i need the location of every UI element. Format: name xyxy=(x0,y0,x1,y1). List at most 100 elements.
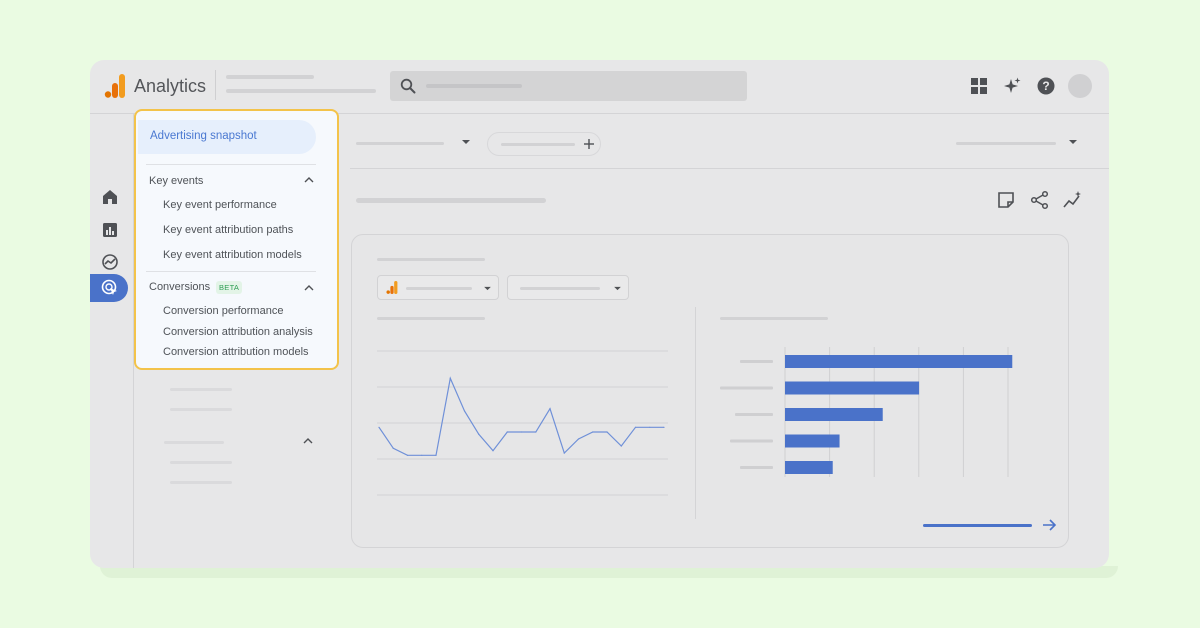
app-title: Analytics xyxy=(134,76,207,96)
home-icon[interactable] xyxy=(101,188,119,206)
nav-item-key-event-attribution-paths[interactable]: Key event attribution paths xyxy=(163,224,293,236)
nav-placeholder-3[interactable] xyxy=(164,441,224,444)
chart-divider xyxy=(695,307,696,519)
menu-divider xyxy=(146,164,316,165)
line-chart-point xyxy=(463,410,466,412)
line-chart-point xyxy=(592,431,594,433)
search-icon xyxy=(400,78,416,94)
chip-placeholder xyxy=(501,143,575,146)
explore-icon[interactable] xyxy=(101,253,119,271)
section-conversions[interactable]: Conversions xyxy=(149,281,210,293)
header-divider xyxy=(215,70,216,100)
nav-item-conversion-performance[interactable]: Conversion performance xyxy=(163,305,283,317)
reports-icon[interactable] xyxy=(101,221,119,239)
analytics-logo-icon xyxy=(104,74,125,98)
line-chart-point xyxy=(663,426,665,428)
line-chart xyxy=(377,350,668,496)
line-chart-title-placeholder xyxy=(377,317,485,320)
bar-chart-bar xyxy=(785,434,840,448)
nav-placeholder-4[interactable] xyxy=(170,461,232,464)
advertising-icon[interactable] xyxy=(101,279,119,297)
rail-active-indicator[interactable] xyxy=(90,274,128,302)
plus-icon xyxy=(584,139,594,149)
comparison-placeholder[interactable] xyxy=(356,142,444,145)
chevron-up-icon[interactable] xyxy=(303,284,315,292)
line-chart-point xyxy=(634,426,637,428)
bar-chart-bar xyxy=(785,381,920,395)
account-name-placeholder[interactable] xyxy=(226,75,314,79)
bar-chart-title-placeholder xyxy=(720,317,828,320)
line-chart-point xyxy=(620,445,622,447)
date-range-placeholder[interactable] xyxy=(956,142,1056,145)
dimension-selector[interactable] xyxy=(507,275,629,300)
chevron-up-icon[interactable] xyxy=(302,437,314,445)
search-bar[interactable] xyxy=(390,71,747,101)
metric-selector[interactable] xyxy=(377,275,499,300)
bar-chart-bar xyxy=(785,355,1013,368)
apps-grid-icon[interactable] xyxy=(970,77,988,95)
line-chart-point xyxy=(406,454,409,456)
notes-icon[interactable] xyxy=(996,190,1016,210)
left-nav-rail xyxy=(90,114,134,568)
line-chart-point xyxy=(563,452,565,454)
caret-down-icon[interactable] xyxy=(1068,139,1078,145)
section-key-events[interactable]: Key events xyxy=(149,175,203,187)
metric-placeholder xyxy=(406,287,472,290)
line-chart-point xyxy=(392,447,394,449)
search-placeholder xyxy=(426,84,522,88)
menu-divider xyxy=(146,271,316,272)
bar-chart-category-label xyxy=(740,466,773,469)
line-chart-point xyxy=(449,377,451,379)
filter-divider xyxy=(350,168,1109,169)
line-chart-point xyxy=(535,431,537,433)
nav-placeholder-5[interactable] xyxy=(170,481,232,484)
line-chart-point xyxy=(606,431,608,433)
dimension-placeholder xyxy=(520,287,600,290)
advertising-nav-menu: Advertising snapshot Key events Key even… xyxy=(134,109,339,370)
bar-chart xyxy=(720,347,1013,477)
property-name-placeholder[interactable] xyxy=(226,89,376,93)
view-report-link[interactable] xyxy=(923,524,1032,527)
beta-badge: BETA xyxy=(216,281,243,294)
line-chart-point xyxy=(506,431,508,433)
caret-down-icon xyxy=(614,286,621,291)
share-icon[interactable] xyxy=(1030,190,1050,210)
page-title-placeholder xyxy=(356,198,546,203)
nav-item-key-event-attribution-models[interactable]: Key event attribution models xyxy=(163,249,302,261)
analytics-logo-icon xyxy=(386,281,398,294)
bar-chart-bar xyxy=(785,461,833,474)
add-comparison-chip[interactable] xyxy=(487,132,601,156)
line-chart-point xyxy=(577,438,580,440)
bar-chart-bar xyxy=(785,408,883,421)
nav-item-key-event-performance[interactable]: Key event performance xyxy=(163,199,277,211)
bar-chart-category-label xyxy=(720,386,773,390)
bar-chart-category-label xyxy=(740,360,773,363)
line-chart-point xyxy=(421,454,423,456)
line-chart-point xyxy=(378,426,380,428)
line-chart-point xyxy=(492,450,494,452)
help-icon[interactable]: ? xyxy=(1037,77,1055,95)
advertising-snapshot-card xyxy=(351,234,1069,548)
nav-item-advertising-snapshot-label: Advertising snapshot xyxy=(150,130,257,142)
nav-placeholder-2[interactable] xyxy=(170,408,232,411)
nav-item-conversion-attribution-analysis[interactable]: Conversion attribution analysis xyxy=(163,326,313,338)
line-chart-point xyxy=(435,454,437,456)
line-chart-series xyxy=(378,376,664,456)
insights-icon[interactable] xyxy=(1063,190,1083,210)
top-bar: Analytics ? xyxy=(90,60,1109,114)
sparkle-icon[interactable] xyxy=(1003,77,1021,95)
nav-item-conversion-attribution-models[interactable]: Conversion attribution models xyxy=(163,346,309,358)
svg-text:?: ? xyxy=(1042,79,1049,93)
line-chart-point xyxy=(520,431,523,433)
chevron-up-icon[interactable] xyxy=(303,176,315,184)
line-chart-point xyxy=(549,408,551,410)
bar-chart-category-label xyxy=(730,439,773,443)
arrow-right-icon[interactable] xyxy=(1042,518,1057,532)
nav-item-advertising-snapshot[interactable]: Advertising snapshot xyxy=(138,120,316,154)
caret-down-icon[interactable] xyxy=(461,139,471,145)
card-title-placeholder xyxy=(377,258,485,261)
account-avatar[interactable] xyxy=(1068,74,1092,98)
bar-chart-category-label xyxy=(735,413,773,416)
nav-placeholder-1[interactable] xyxy=(170,388,232,391)
line-chart-point xyxy=(478,433,480,435)
